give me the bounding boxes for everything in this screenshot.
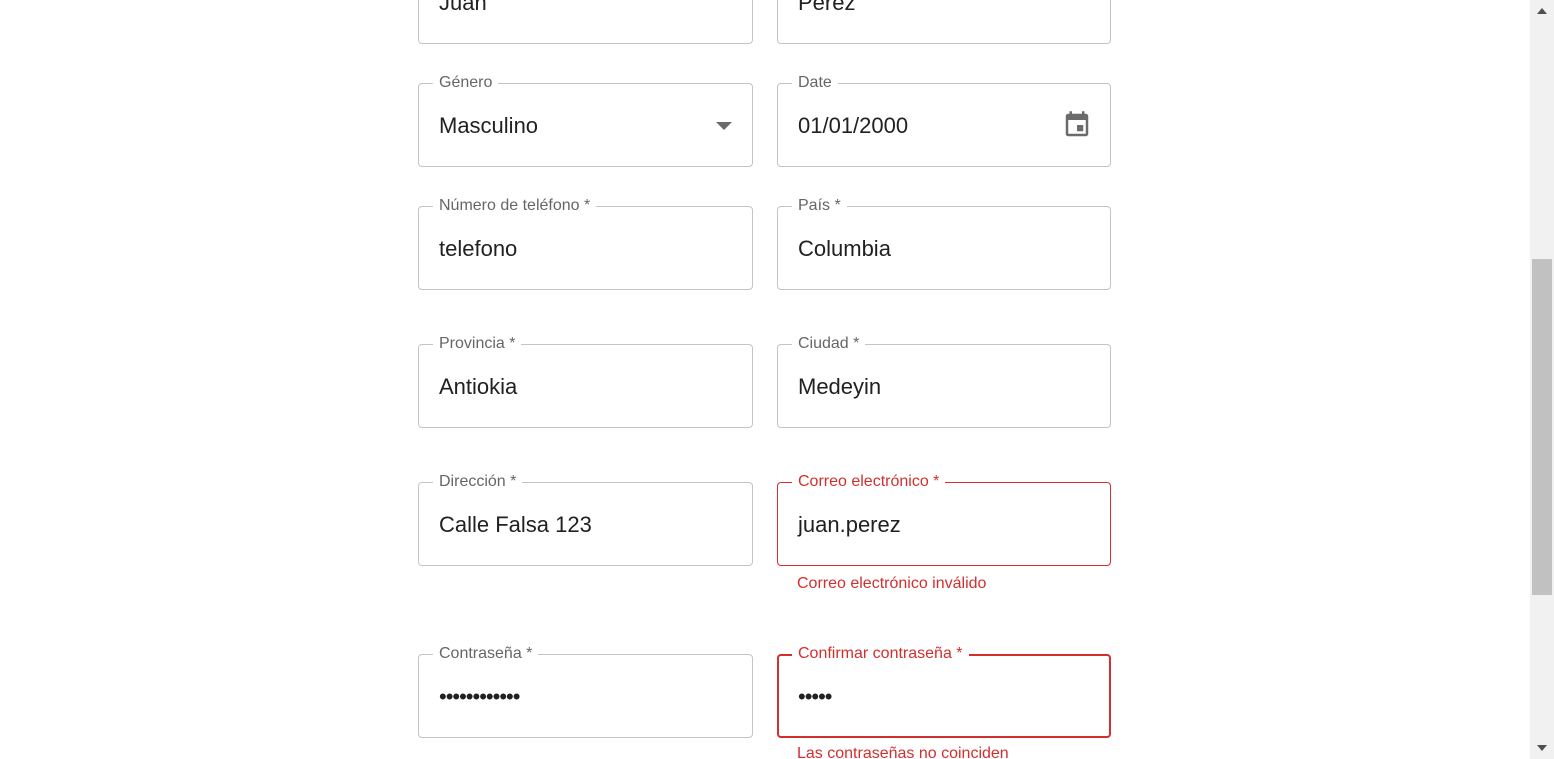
confirm-password-value: ••••• bbox=[798, 684, 833, 709]
first-name-value: Juan bbox=[439, 0, 487, 15]
first-name-field[interactable]: Juan bbox=[418, 0, 753, 44]
phone-value: telefono bbox=[439, 236, 518, 261]
country-field[interactable]: País * Columbia bbox=[777, 195, 1111, 290]
confirm-password-field[interactable]: Confirmar contraseña * ••••• bbox=[777, 643, 1111, 738]
phone-label: Número de teléfono * bbox=[433, 195, 597, 217]
password-field[interactable]: Contraseña * •••••••••••• bbox=[418, 643, 753, 738]
phone-field[interactable]: Número de teléfono * telefono bbox=[418, 195, 753, 290]
email-error-text: Correo electrónico inválido bbox=[797, 575, 987, 592]
city-label: Ciudad * bbox=[792, 333, 866, 355]
chevron-down-icon[interactable] bbox=[716, 122, 732, 130]
date-field[interactable]: Date 01/01/2000 bbox=[777, 72, 1111, 167]
date-value: 01/01/2000 bbox=[798, 113, 909, 138]
country-label: País * bbox=[792, 195, 847, 217]
confirm-password-label: Confirmar contraseña * bbox=[792, 643, 969, 665]
last-name-field[interactable]: Perez bbox=[777, 0, 1111, 44]
gender-value: Masculino bbox=[439, 113, 539, 138]
email-field[interactable]: Correo electrónico * juan.perez bbox=[777, 471, 1111, 566]
scroll-down-arrow-icon[interactable] bbox=[1537, 745, 1547, 751]
registration-page: Juan Perez Género Masculino Date 01/01/2… bbox=[0, 0, 1554, 759]
gender-label: Género bbox=[433, 72, 499, 94]
city-field[interactable]: Ciudad * Medeyin bbox=[777, 333, 1111, 428]
vertical-scrollbar[interactable] bbox=[1530, 0, 1554, 759]
address-field[interactable]: Dirección * Calle Falsa 123 bbox=[418, 471, 753, 566]
last-name-value: Perez bbox=[798, 0, 856, 15]
scrollbar-thumb[interactable] bbox=[1532, 259, 1552, 595]
date-label: Date bbox=[792, 72, 838, 94]
city-value: Medeyin bbox=[798, 374, 882, 399]
password-value: •••••••••••• bbox=[439, 684, 520, 709]
password-label: Contraseña * bbox=[433, 643, 539, 665]
confirm-password-error-text: Las contraseñas no coinciden bbox=[797, 745, 1009, 759]
gender-select[interactable]: Género Masculino bbox=[418, 72, 753, 167]
province-label: Provincia * bbox=[433, 333, 522, 355]
email-value: juan.perez bbox=[798, 512, 901, 537]
scroll-up-arrow-icon[interactable] bbox=[1537, 8, 1547, 14]
calendar-icon[interactable] bbox=[1062, 108, 1092, 142]
email-label: Correo electrónico * bbox=[792, 471, 946, 493]
province-field[interactable]: Provincia * Antiokia bbox=[418, 333, 753, 428]
country-value: Columbia bbox=[798, 236, 891, 261]
address-label: Dirección * bbox=[433, 471, 523, 493]
province-value: Antiokia bbox=[439, 374, 518, 399]
address-value: Calle Falsa 123 bbox=[439, 512, 592, 537]
